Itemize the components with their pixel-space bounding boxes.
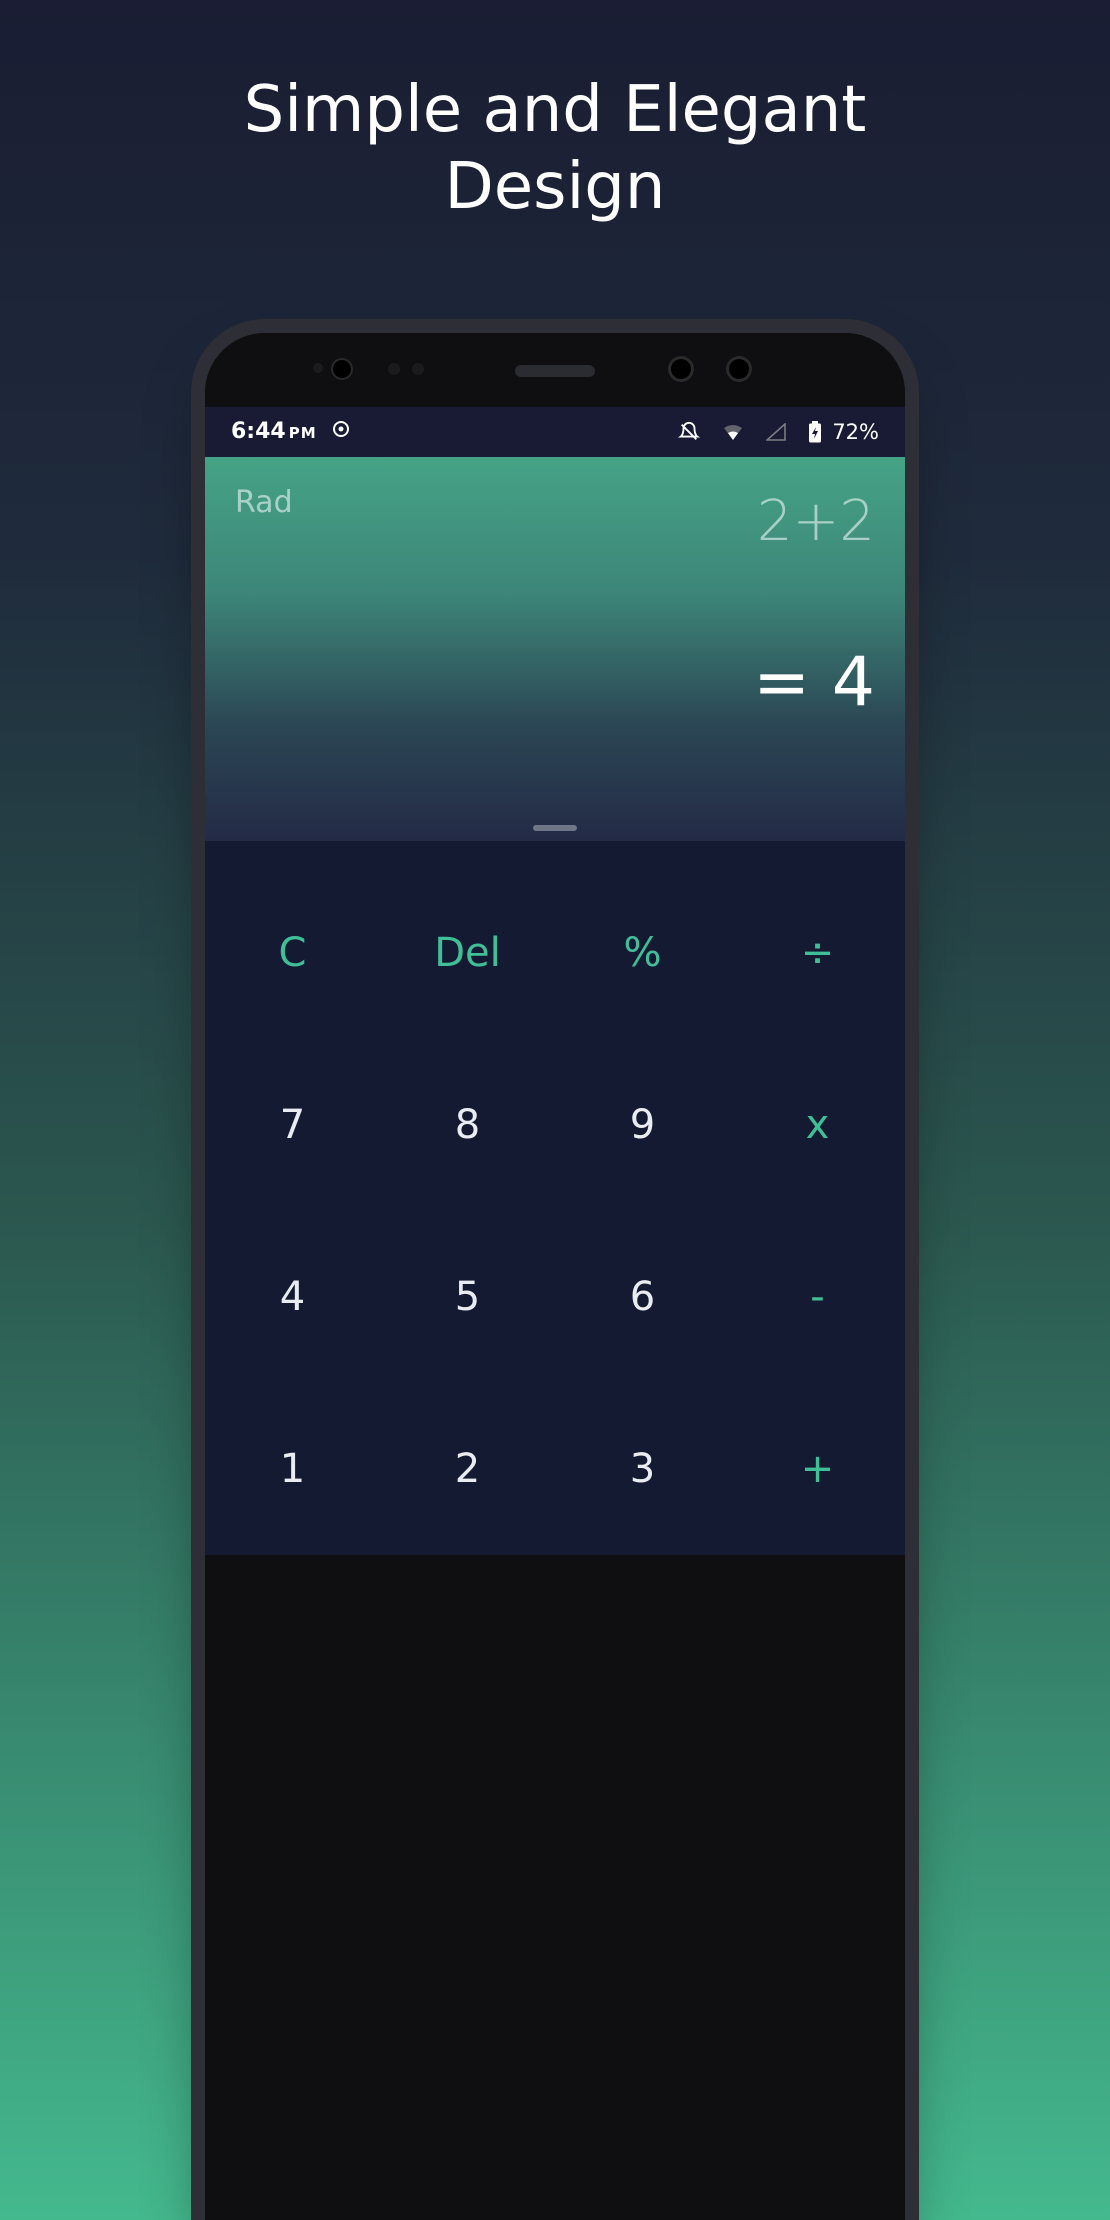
calc-keypad: C Del % ÷ 7 8 9 x 4 5 6 - 1 2 3 + <box>205 841 905 1555</box>
front-camera-icon <box>726 356 752 382</box>
front-camera-icon <box>331 358 353 380</box>
front-camera-icon <box>668 356 694 382</box>
key-2[interactable]: 2 <box>380 1383 555 1555</box>
speaker-grille-icon <box>515 365 595 377</box>
key-clear[interactable]: C <box>205 867 380 1039</box>
drag-handle-icon[interactable] <box>533 825 577 831</box>
key-add[interactable]: + <box>730 1383 905 1555</box>
sensor-dot-icon <box>313 363 323 373</box>
headline-text: Simple and Elegant Design <box>244 72 867 226</box>
phone-bezel-top <box>205 333 905 407</box>
calc-expression: 2+2 <box>757 489 875 554</box>
target-icon <box>332 420 350 438</box>
key-9[interactable]: 9 <box>555 1039 730 1211</box>
status-bar: 6:44 PM <box>205 407 905 457</box>
key-7[interactable]: 7 <box>205 1039 380 1211</box>
key-3[interactable]: 3 <box>555 1383 730 1555</box>
key-1[interactable]: 1 <box>205 1383 380 1555</box>
calc-display: Rad 2+2 = 4 <box>205 457 905 841</box>
key-6[interactable]: 6 <box>555 1211 730 1383</box>
battery-charging-icon <box>808 421 822 443</box>
phone-frame: 6:44 PM <box>205 333 905 2220</box>
cell-signal-icon <box>766 423 786 441</box>
key-delete[interactable]: Del <box>380 867 555 1039</box>
sensor-dot-icon <box>412 363 424 375</box>
status-battery-text: 72% <box>832 420 879 444</box>
promo-stage: Simple and Elegant Design 6:44 PM <box>0 0 1110 2220</box>
status-ampm: PM <box>289 424 317 442</box>
phone-screen: 6:44 PM <box>205 407 905 1555</box>
key-4[interactable]: 4 <box>205 1211 380 1383</box>
calc-result: = 4 <box>753 643 875 722</box>
key-8[interactable]: 8 <box>380 1039 555 1211</box>
wifi-icon <box>722 423 744 441</box>
key-percent[interactable]: % <box>555 867 730 1039</box>
key-5[interactable]: 5 <box>380 1211 555 1383</box>
status-time-group: 6:44 PM <box>231 419 350 444</box>
status-time: 6:44 <box>231 419 286 444</box>
key-multiply[interactable]: x <box>730 1039 905 1211</box>
key-divide[interactable]: ÷ <box>730 867 905 1039</box>
mute-bell-icon <box>678 421 700 443</box>
key-subtract[interactable]: - <box>730 1211 905 1383</box>
sensor-dot-icon <box>388 363 400 375</box>
